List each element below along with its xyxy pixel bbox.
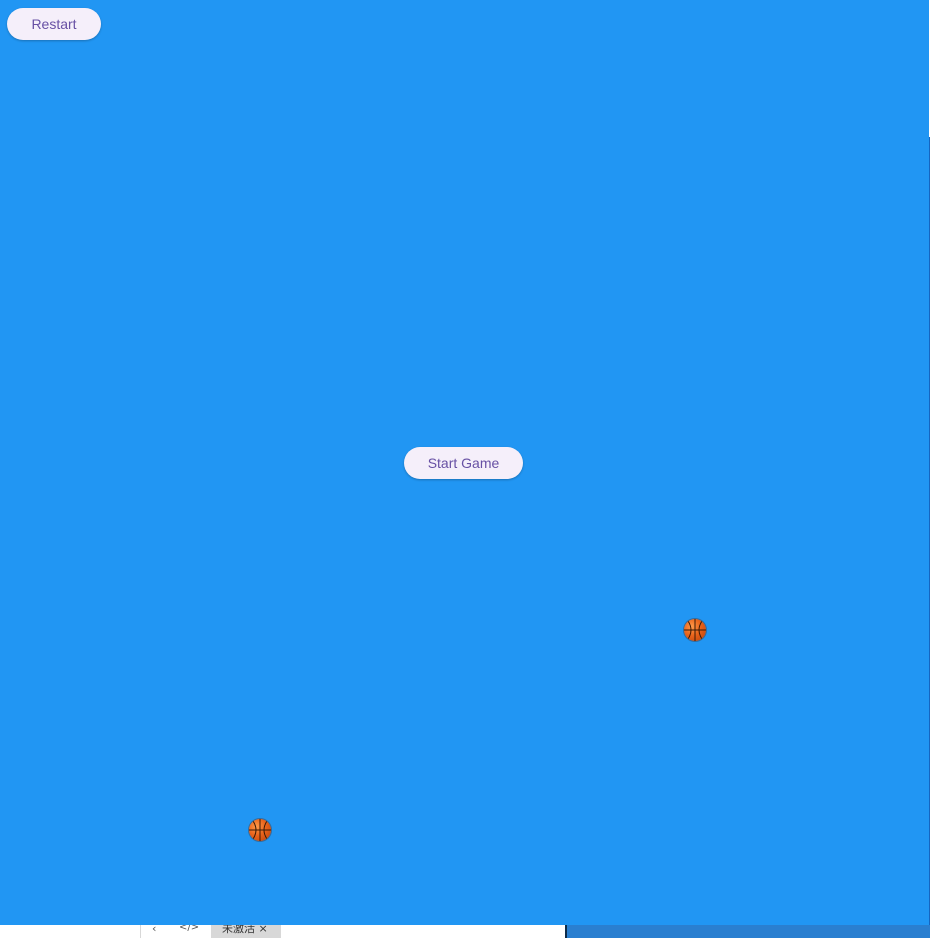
basketball-icon (684, 619, 706, 641)
restart-button[interactable]: Restart (7, 8, 101, 40)
devtools-bar: ‹ </> 未激活 × (0, 925, 930, 938)
devtools-left-pane (140, 925, 566, 938)
chevron-left-icon[interactable]: ‹ (152, 925, 156, 935)
basketball-icon (249, 819, 271, 841)
game-canvas[interactable]: Restart Start Game (0, 0, 929, 925)
start-game-button[interactable]: Start Game (404, 447, 523, 479)
code-icon[interactable]: </> (179, 925, 199, 933)
devtools-right-pane (565, 925, 930, 938)
tab-inactive[interactable]: 未激活 × (211, 925, 281, 938)
